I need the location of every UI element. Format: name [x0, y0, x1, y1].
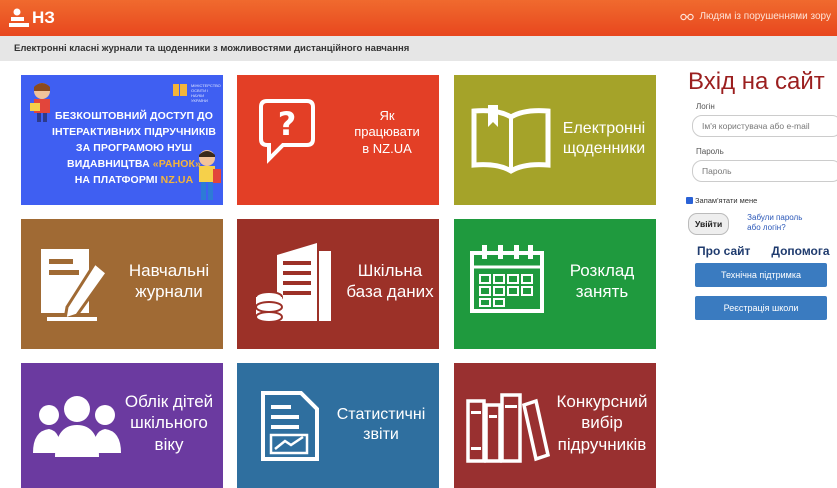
tile-diaries-line2: щоденники — [562, 140, 646, 157]
tile-children-label: Облік дітей шкільного віку — [115, 391, 223, 455]
promo-platform-prefix: НА ПЛАТФОРМІ — [74, 174, 161, 186]
login-field-label: Логін — [696, 102, 715, 111]
tile-journals-line1: Навчальні — [128, 261, 210, 280]
tile-database-label: Шкільна база даних — [341, 260, 439, 303]
tile-schedule-line1: Розклад — [569, 261, 635, 280]
tile-diaries-line1: Електронні — [562, 120, 646, 137]
tile-children-line2: шкільного — [130, 413, 208, 433]
tile-journals-label: Навчальні журнали — [115, 260, 223, 303]
report-chart-icon — [261, 391, 319, 461]
glasses-icon — [680, 13, 695, 21]
help-link[interactable]: Допомога — [771, 244, 829, 258]
ministry-emblem-icon — [173, 84, 187, 96]
tile-statistical-reports[interactable]: Статистичні звіти — [237, 363, 439, 488]
tile-textbooks-line1: Конкурсний — [556, 392, 648, 411]
password-input[interactable]: Пароль — [692, 160, 837, 182]
tile-database-line1: Шкільна — [357, 261, 423, 280]
people-group-icon — [33, 396, 121, 457]
tile-journals[interactable]: Навчальні журнали — [21, 219, 223, 349]
tile-database-line2: база даних — [346, 282, 434, 302]
tile-diaries-label: Електронні щоденники — [554, 119, 654, 159]
tile-schedule-label: Розклад занять — [548, 260, 656, 303]
login-button[interactable]: Увійти — [688, 213, 730, 235]
register-school-button[interactable]: Реєстрація школи — [695, 296, 827, 320]
top-bar: НЗ Людям із порушеннями зору — [0, 0, 837, 36]
promo-platform-name: NZ.UA — [160, 174, 194, 186]
remember-me-checkbox[interactable]: Запам'ятати мене — [686, 196, 837, 205]
accessibility-link[interactable]: Людям із порушеннями зору — [680, 11, 831, 22]
ministry-label: МІНІСТЕРСТВО ОСВІТИ І НАУКИ УКРАЇНИ — [191, 83, 221, 103]
tile-children-line3: віку — [154, 434, 184, 454]
promo-line-2: ІНТЕРАКТИВНИХ ПІДРУЧНИКІВ — [51, 126, 217, 138]
books-icon — [466, 393, 550, 463]
login-title: Вхід на сайт — [688, 68, 825, 95]
logo-text: НЗ — [32, 8, 55, 27]
svg-text:?: ? — [278, 105, 297, 143]
accessibility-label: Людям із порушеннями зору — [699, 11, 831, 22]
login-panel: Вхід на сайт Логін Ім'я користувача або … — [684, 68, 837, 320]
tile-how-label: Як працювати в NZ.UA — [337, 108, 437, 157]
tile-stats-line2: звіти — [363, 426, 399, 443]
subheader: Електронні класні журнали та щоденники з… — [0, 36, 837, 61]
promo-text: БЕЗКОШТОВНИЙ ДОСТУП ДО ІНТЕРАКТИВНИХ ПІД… — [39, 108, 223, 188]
about-site-link[interactable]: Про сайт — [697, 244, 750, 258]
promo-line-4: ВИДАВНИЦТВА «РАНОК» — [39, 156, 223, 172]
tile-how-line1: Як — [379, 108, 395, 123]
promo-line-3: ЗА ПРОГРАМОЮ НУШ — [75, 142, 193, 154]
question-bubble-icon: ? — [259, 99, 315, 164]
tile-textbooks-line3: підручників — [557, 434, 647, 454]
tile-stats-label: Статистичні звіти — [325, 405, 437, 445]
tech-support-button[interactable]: Технічна підтримка — [695, 263, 827, 287]
tile-textbook-selection[interactable]: Конкурсний вибір підручників — [454, 363, 656, 488]
logo-icon — [9, 8, 29, 27]
promo-banner[interactable]: МІНІСТЕРСТВО ОСВІТИ І НАУКИ УКРАЇНИ БЕЗК… — [21, 75, 223, 205]
subheader-text: Електронні класні журнали та щоденники з… — [14, 43, 410, 54]
tile-how-to-work[interactable]: ? Як працювати в NZ.UA — [237, 75, 439, 205]
tile-journals-line2: журнали — [135, 282, 203, 302]
tile-electronic-diaries[interactable]: Електронні щоденники — [454, 75, 656, 205]
promo-publisher-name: «РАНОК» — [152, 158, 201, 170]
tile-children-registry[interactable]: Облік дітей шкільного віку — [21, 363, 223, 488]
journal-pen-icon — [41, 249, 110, 322]
tile-children-line1: Облік дітей — [124, 392, 214, 411]
forgot-password-link[interactable]: Забули пароль або логін? — [747, 213, 817, 233]
checkbox-checked-icon — [686, 197, 693, 204]
tile-textbooks-label: Конкурсний вибір підручників — [548, 391, 656, 455]
tile-stats-line1: Статистичні — [336, 406, 426, 423]
tile-how-line2: працювати — [354, 124, 420, 140]
tile-schedule-line2: занять — [575, 282, 629, 302]
promo-publisher-prefix: ВИДАВНИЦТВА — [67, 158, 153, 170]
server-database-icon — [255, 243, 331, 323]
tile-how-line3: в NZ.UA — [362, 140, 412, 156]
promo-line-5: НА ПЛАТФОРМІ NZ.UA — [39, 172, 223, 188]
site-logo[interactable]: НЗ — [8, 8, 55, 28]
login-input[interactable]: Ім'я користувача або e-mail — [692, 115, 837, 137]
calendar-icon — [470, 245, 544, 313]
remember-me-label: Запам'ятати мене — [695, 196, 758, 205]
tile-school-database[interactable]: Шкільна база даних — [237, 219, 439, 349]
tile-textbooks-line2: вибір — [581, 413, 623, 433]
open-book-icon — [471, 105, 551, 174]
promo-line-1: БЕЗКОШТОВНИЙ ДОСТУП ДО — [55, 110, 213, 122]
info-links: Про сайт Допомога — [697, 244, 837, 258]
login-actions: Увійти Забули пароль або логін? — [688, 213, 837, 235]
tile-schedule[interactable]: Розклад занять — [454, 219, 656, 349]
password-field-label: Пароль — [696, 147, 724, 156]
